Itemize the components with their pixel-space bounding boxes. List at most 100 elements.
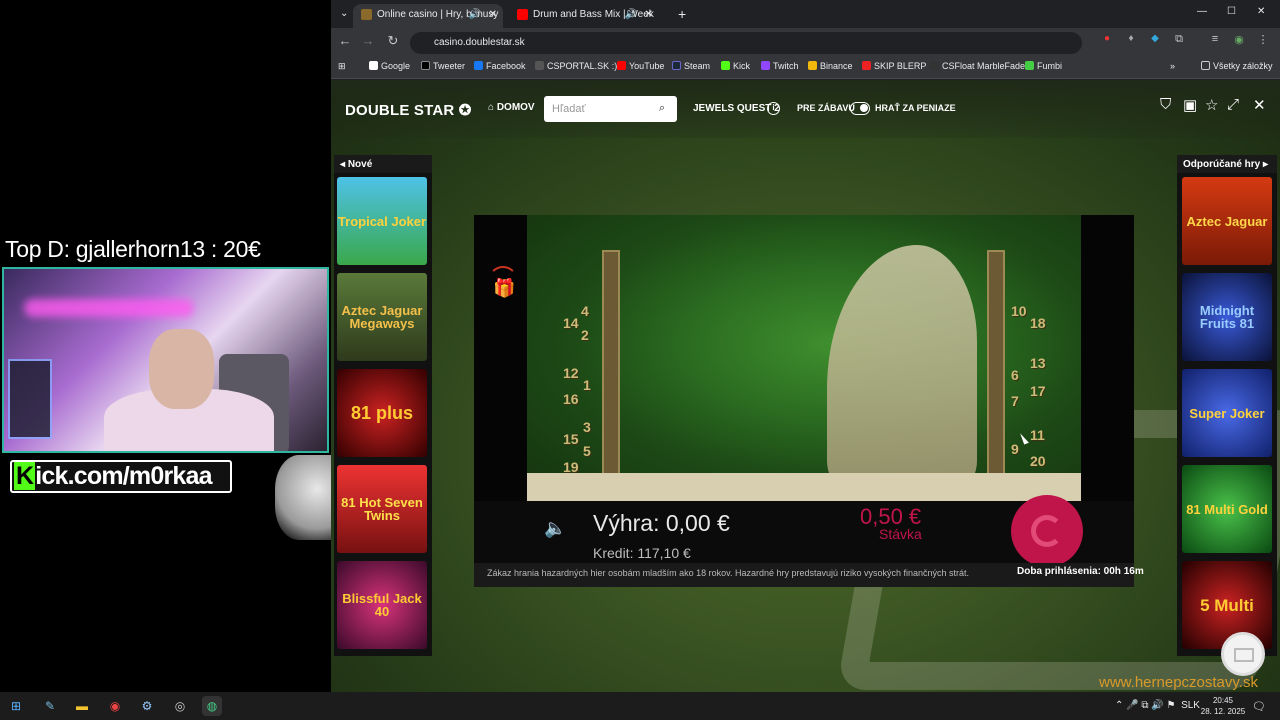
bookmark-skip-blerp[interactable]: SKIP BLERP xyxy=(862,61,926,71)
payline-number: 14 xyxy=(563,315,579,331)
payline-number: 12 xyxy=(563,365,579,381)
mail-icon xyxy=(1234,648,1254,662)
clock[interactable]: 20:45 28. 12. 2025 xyxy=(1198,695,1248,717)
game-thumb-tropical-joker[interactable]: Tropical Joker xyxy=(337,177,427,265)
audio-icon[interactable]: 🔊 xyxy=(625,4,637,26)
right-pillar xyxy=(987,250,1005,490)
game-thumb-aztec-jaguar-megaways[interactable]: Aztec Jaguar Megaways xyxy=(337,273,427,361)
extensions-puzzle-icon[interactable]: ⧉ xyxy=(1169,33,1189,46)
home-link[interactable]: ⌂ DOMOV xyxy=(488,102,535,113)
bookmark-fumbi[interactable]: Fumbi xyxy=(1025,61,1062,71)
apps-grid-icon[interactable]: ⊞ xyxy=(338,61,346,72)
reading-list-icon[interactable]: ≡ xyxy=(1205,33,1225,45)
payline-number: 16 xyxy=(563,391,579,407)
windows-taskbar: ⊞ ✎ ▬ ◉ ⚙ ◎ ◍ xyxy=(0,692,1280,720)
slot-reels-area[interactable]: 14 4 2 12 1 16 3 15 5 19 10 18 6 13 7 17… xyxy=(527,215,1081,501)
wallet-icon[interactable]: ▣ xyxy=(1183,96,1197,114)
chrome-icon[interactable]: ◍ xyxy=(202,696,222,716)
spin-icon xyxy=(1031,515,1063,547)
extension-icon[interactable]: ◆ xyxy=(1145,33,1165,44)
steam-icon[interactable]: ⚙ xyxy=(137,696,157,716)
payline-number: 5 xyxy=(583,443,591,459)
game-thumb-81-hot-seven-twins[interactable]: 81 Hot Seven Twins xyxy=(337,465,427,553)
notifications-icon[interactable]: 🗨 xyxy=(1252,700,1266,713)
credit-amount: Kredit: 117,10 € xyxy=(593,545,691,561)
minimize-icon[interactable]: — xyxy=(1197,6,1207,17)
search-icon[interactable]: ✎ xyxy=(40,696,60,716)
game-thumb-super-joker[interactable]: Super Joker xyxy=(1182,369,1272,457)
game-thumb-81-multi-gold[interactable]: 81 Multi Gold xyxy=(1182,465,1272,553)
all-bookmarks-folder[interactable]: Všetky záložky xyxy=(1201,61,1273,71)
favorite-star-icon[interactable]: ☆ xyxy=(1205,96,1218,114)
extension-icon[interactable]: ● xyxy=(1097,33,1117,44)
tab-online-casino[interactable]: Online casino | Hry, bonusy 🔊 ✕ xyxy=(353,4,503,28)
new-tab-icon[interactable]: + xyxy=(678,6,686,22)
chat-mail-button[interactable] xyxy=(1221,632,1265,676)
play-mode-toggle[interactable] xyxy=(850,102,870,115)
session-timer: Doba prihlásenia: 00h 16m xyxy=(1017,566,1144,577)
bookmark-facebook[interactable]: Facebook xyxy=(474,61,526,71)
bookmark-youtube[interactable]: YouTube xyxy=(617,61,664,71)
forward-icon[interactable]: → xyxy=(358,33,378,48)
game-thumb-81-plus[interactable]: 81 plus xyxy=(337,369,427,457)
menu-kebab-icon[interactable]: ⋮ xyxy=(1253,33,1273,46)
gift-icon[interactable]: 🎁 xyxy=(493,278,515,299)
tab-bar: ⌄ Online casino | Hry, bonusy 🔊 ✕ Drum a… xyxy=(331,0,1280,28)
close-game-icon[interactable]: ✕ xyxy=(1253,96,1266,114)
fullscreen-icon[interactable]: ⤢ xyxy=(1227,96,1239,113)
youtube-icon xyxy=(517,8,528,20)
tab-search-icon[interactable]: ⌄ xyxy=(340,8,348,19)
file-explorer-icon[interactable]: ▬ xyxy=(72,696,92,716)
payline-number: 15 xyxy=(563,431,579,447)
bookmarks-overflow-icon[interactable]: » xyxy=(1170,61,1175,71)
maximize-icon[interactable]: ☐ xyxy=(1227,6,1236,17)
bookmark-steam[interactable]: Steam xyxy=(672,61,710,71)
bookmark-csfloat[interactable]: CSFloat MarbleFade xyxy=(930,61,1025,71)
audio-icon[interactable]: 🔊 xyxy=(469,4,481,26)
close-tab-icon[interactable]: ✕ xyxy=(645,4,653,26)
new-games-header[interactable]: ◂ Nové xyxy=(334,155,432,175)
bookmark-tweeter[interactable]: Tweeter xyxy=(421,61,465,71)
watermark-text: www.hernepczostavy.sk xyxy=(1099,674,1258,691)
url-field[interactable]: casino.doublestar.sk xyxy=(410,32,1082,54)
extension-icon[interactable]: ♦ xyxy=(1121,33,1141,44)
obs-icon[interactable]: ◎ xyxy=(170,696,190,716)
payline-number: 17 xyxy=(1030,383,1046,399)
reload-icon[interactable]: ↻ xyxy=(383,33,403,49)
sound-icon[interactable]: 🔈 xyxy=(544,518,566,539)
payline-number: 19 xyxy=(563,459,579,475)
game-thumb-aztec-jaguar[interactable]: Aztec Jaguar xyxy=(1182,177,1272,265)
start-icon[interactable]: ⊞ xyxy=(6,696,26,716)
back-icon[interactable]: ← xyxy=(335,33,355,48)
bookmark-twitch[interactable]: Twitch xyxy=(761,61,799,71)
game-thumb-5-multi[interactable]: 5 Multi xyxy=(1182,561,1272,649)
top-donor-label: Top D: gjallerhorn13 : 20€ xyxy=(5,236,261,262)
bookmark-kick[interactable]: Kick xyxy=(721,61,750,71)
tab-drum-and-bass[interactable]: Drum and Bass Mix | Week 🔊 ✕ xyxy=(509,4,659,28)
site-logo[interactable]: DOUBLE STAR ✪ xyxy=(345,101,472,119)
search-input[interactable]: Hľadať xyxy=(544,96,677,122)
bookmark-csportal[interactable]: CSPORTAL.SK :) xyxy=(535,61,617,71)
close-tab-icon[interactable]: ✕ xyxy=(489,4,497,26)
profile-icon[interactable]: ◉ xyxy=(1229,33,1249,46)
browser-window: ⌄ Online casino | Hry, bonusy 🔊 ✕ Drum a… xyxy=(331,0,1280,692)
game-thumb-midnight-fruits[interactable]: Midnight Fruits 81 xyxy=(1182,273,1272,361)
waterfall-art xyxy=(827,245,977,485)
game-thumb-blissful-jack[interactable]: Blissful Jack 40 xyxy=(337,561,427,649)
payline-number: 3 xyxy=(583,419,591,435)
system-tray[interactable]: ⌃ 🎤 ⧉ 🔊 ⚑ SLK xyxy=(1115,700,1200,711)
play-for-money-label: HRAŤ ZA PENIAZE xyxy=(875,103,956,113)
shield-icon[interactable]: ⛉ xyxy=(1160,96,1171,113)
opera-icon[interactable]: ◉ xyxy=(105,696,125,716)
search-icon[interactable]: ⌕ xyxy=(659,102,665,115)
payline-number: 20 xyxy=(1030,453,1046,469)
bookmark-binance[interactable]: Binance xyxy=(808,61,853,71)
bookmark-google[interactable]: Google xyxy=(369,61,410,71)
home-icon: ⌂ xyxy=(488,102,495,113)
close-window-icon[interactable]: ✕ xyxy=(1257,6,1265,17)
spin-button[interactable] xyxy=(1011,495,1083,567)
recommended-header[interactable]: Odporúčané hry ▸ xyxy=(1177,155,1277,175)
win-amount: Výhra: 0,00 € xyxy=(593,510,730,536)
info-icon[interactable]: i xyxy=(767,102,780,115)
payline-number: 11 xyxy=(1030,427,1045,443)
